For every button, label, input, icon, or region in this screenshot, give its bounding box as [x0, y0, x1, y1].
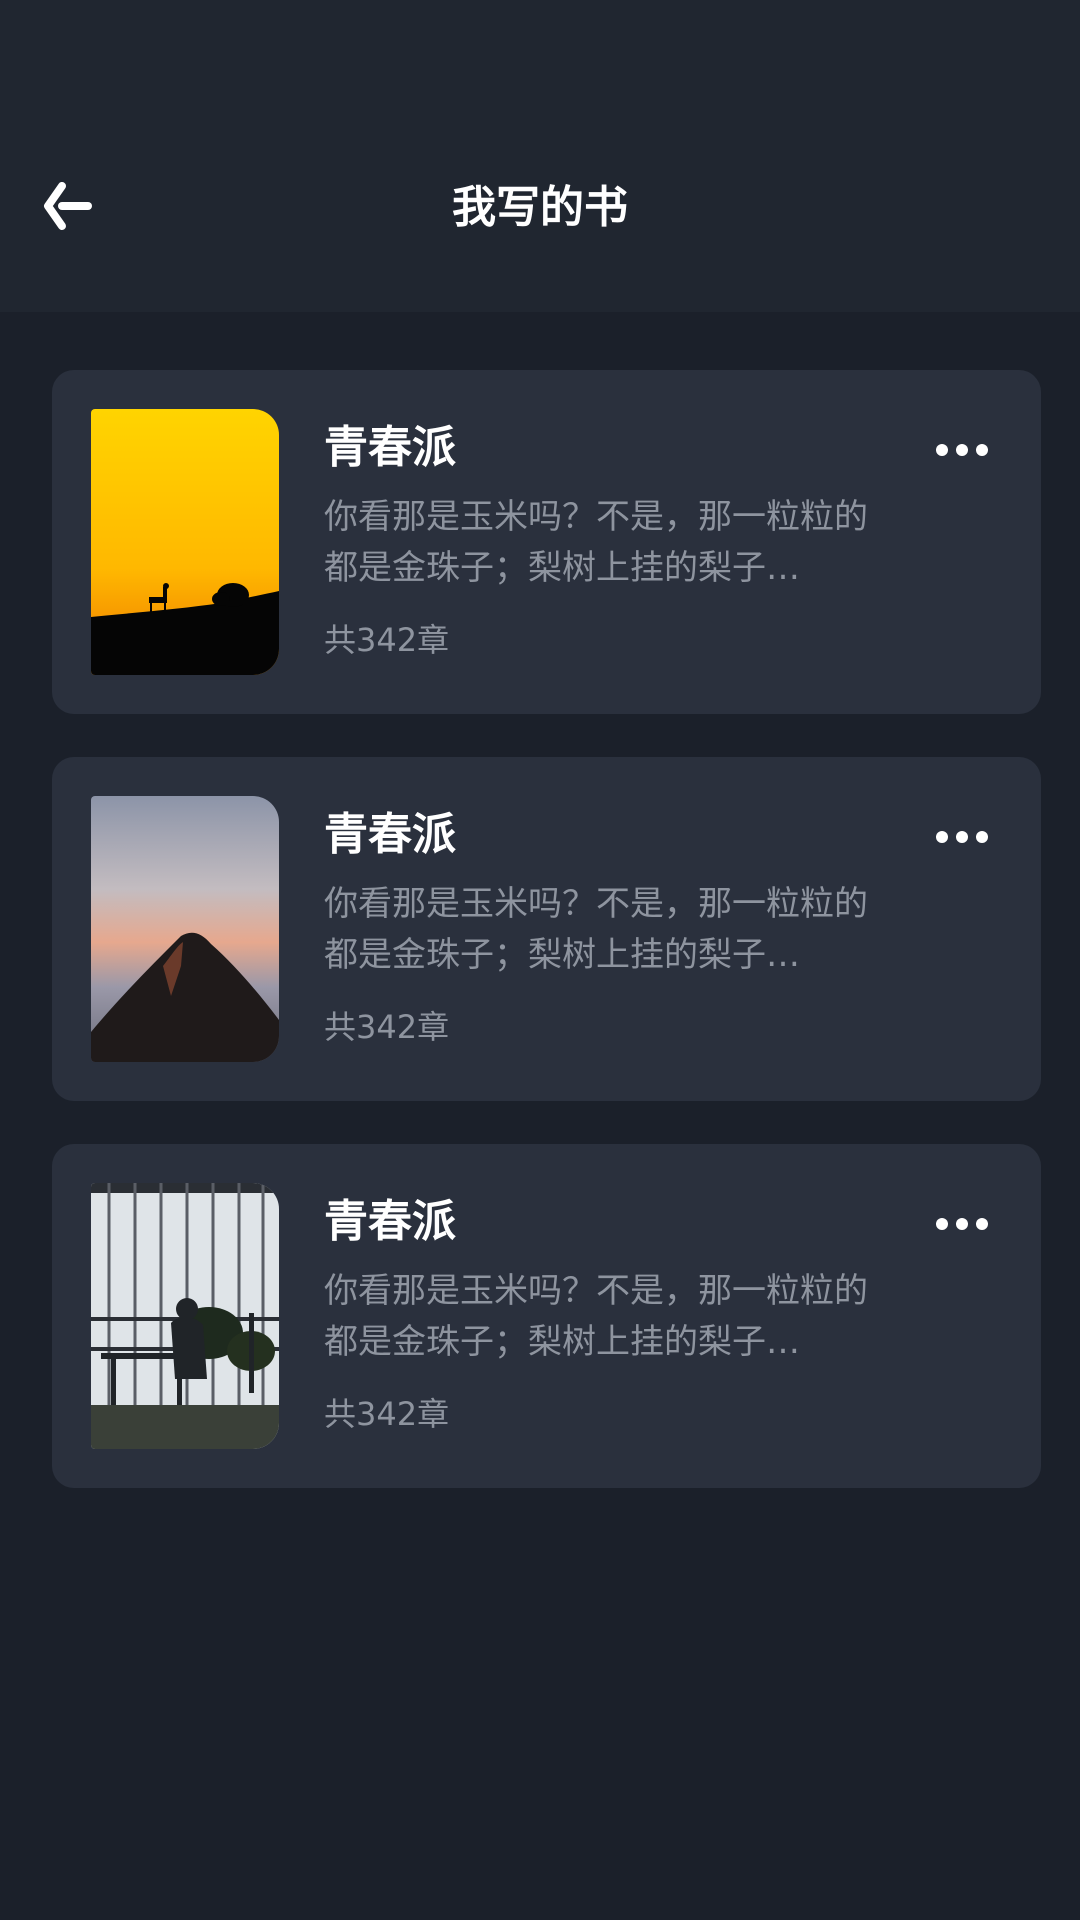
book-cover-image — [91, 409, 279, 675]
book-cover-image — [91, 1183, 279, 1449]
chapter-count: 共342章 — [324, 1395, 450, 1433]
more-icon — [936, 831, 988, 843]
more-icon — [936, 444, 988, 456]
book-title: 青春派 — [324, 1196, 456, 1247]
more-button[interactable] — [932, 1208, 992, 1240]
book-description: 你看那是玉米吗？不是，那一粒粒的都是金珠子；梨树上挂的梨子… — [324, 1271, 868, 1362]
chapter-count: 共342章 — [324, 1008, 450, 1046]
book-card[interactable]: 青春派 你看那是玉米吗？不是，那一粒粒的都是金珠子；梨树上挂的梨子… 共342章 — [52, 370, 1041, 714]
more-button[interactable] — [932, 821, 992, 853]
page-title: 我写的书 — [452, 182, 628, 233]
book-title: 青春派 — [324, 809, 456, 860]
book-card[interactable]: 青春派 你看那是玉米吗？不是，那一粒粒的都是金珠子；梨树上挂的梨子… 共342章 — [52, 757, 1041, 1101]
more-button[interactable] — [932, 434, 992, 466]
book-cover-image — [91, 796, 279, 1062]
book-description: 你看那是玉米吗？不是，那一粒粒的都是金珠子；梨树上挂的梨子… — [324, 497, 868, 588]
book-card[interactable]: 青春派 你看那是玉米吗？不是，那一粒粒的都是金珠子；梨树上挂的梨子… 共342章 — [52, 1144, 1041, 1488]
book-title: 青春派 — [324, 422, 456, 473]
more-icon — [936, 1218, 988, 1230]
book-description: 你看那是玉米吗？不是，那一粒粒的都是金珠子；梨树上挂的梨子… — [324, 884, 868, 975]
book-list: 青春派 你看那是玉米吗？不是，那一粒粒的都是金珠子；梨树上挂的梨子… 共342章 — [52, 370, 1041, 1531]
top-bar: 我写的书 — [0, 0, 1080, 312]
chapter-count: 共342章 — [324, 621, 450, 659]
